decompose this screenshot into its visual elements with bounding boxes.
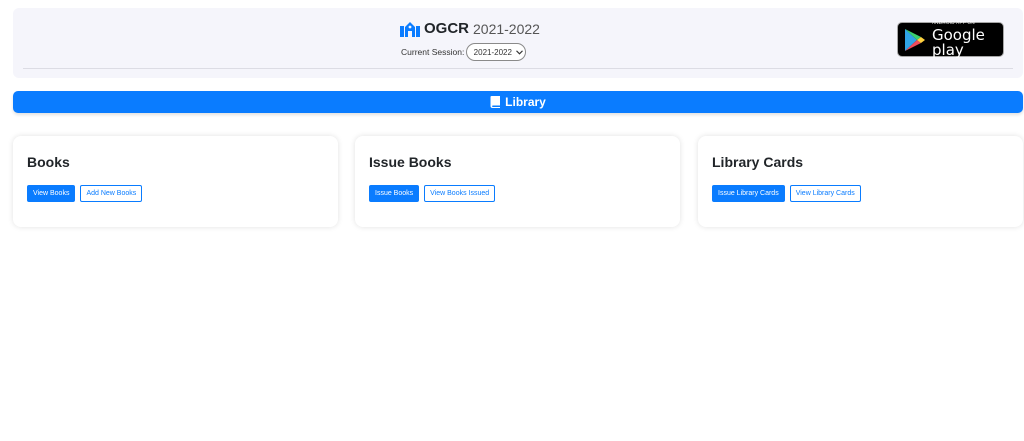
header: OGCR 2021-2022 Current Session: 2021-202… <box>13 8 1023 78</box>
chevron-down-icon <box>516 49 523 55</box>
library-bar-label: Library <box>505 95 546 109</box>
brand[interactable]: OGCR 2021-2022 <box>400 20 540 37</box>
add-new-books-button[interactable]: Add New Books <box>80 185 143 202</box>
brand-name: OGCR <box>424 20 469 37</box>
header-divider <box>23 68 1013 69</box>
card-title: Books <box>27 154 70 170</box>
view-books-issued-button[interactable]: View Books Issued <box>424 185 496 202</box>
card-title: Library Cards <box>712 154 804 170</box>
library-bar[interactable]: Library <box>13 91 1023 113</box>
session-value: 2021-2022 <box>473 47 512 57</box>
issue-books-card: Issue Books Issue Books View Books Issue… <box>355 136 680 227</box>
card-title: Issue Books <box>369 154 452 170</box>
session-label: Current Session: <box>401 47 465 57</box>
session-select[interactable]: 2021-2022 <box>466 43 527 61</box>
issue-books-button[interactable]: Issue Books <box>369 185 420 202</box>
session-selector: Current Session: 2021-2022 <box>401 43 527 61</box>
google-play-badge[interactable]: ANDROID APP ON Google play <box>897 21 1004 59</box>
school-icon <box>400 21 420 37</box>
issue-library-cards-button[interactable]: Issue Library Cards <box>712 185 785 202</box>
view-library-cards-button[interactable]: View Library Cards <box>789 185 861 202</box>
play-badge-title: Google play <box>932 25 985 59</box>
brand-year: 2021-2022 <box>473 20 540 37</box>
book-icon <box>490 96 501 108</box>
google-play-icon <box>904 28 926 52</box>
library-cards-card: Library Cards Issue Library Cards View L… <box>698 136 1023 227</box>
view-books-button[interactable]: View Books <box>27 185 76 202</box>
books-card: Books View Books Add New Books <box>13 136 338 227</box>
